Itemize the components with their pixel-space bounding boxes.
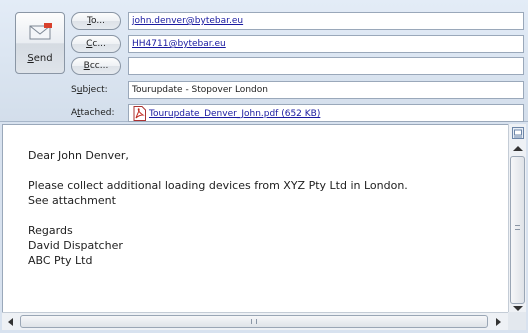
scroll-up-arrow-icon[interactable]	[513, 146, 523, 151]
body-line	[28, 208, 408, 223]
body-line: David Dispatcher	[28, 239, 123, 252]
attachment-field: Tourupdate_Denver_John.pdf (652 KB)	[128, 104, 524, 122]
scroll-right-arrow-icon[interactable]	[496, 318, 501, 326]
subject-field[interactable]: Tourupdate - Stopover London	[128, 81, 524, 99]
attached-label: Attached:	[71, 108, 115, 118]
attachment-link[interactable]: Tourupdate_Denver_John.pdf (652 KB)	[149, 106, 320, 122]
to-field[interactable]: john.denver@bytebar.eu	[128, 12, 524, 30]
send-label: Send	[27, 53, 53, 64]
bcc-field[interactable]	[128, 57, 524, 75]
cc-button[interactable]: Cc...	[71, 35, 121, 53]
scroll-grip-icon	[251, 319, 257, 324]
send-button[interactable]: Send	[15, 12, 65, 74]
pdf-icon	[133, 106, 146, 121]
ruler-toggle-icon[interactable]	[512, 127, 524, 139]
body-line: Regards	[28, 224, 73, 237]
body-line: Please collect additional loading device…	[28, 179, 408, 192]
message-body-text: Dear John Denver, Please collect additio…	[28, 148, 408, 268]
to-button[interactable]: To...	[71, 12, 121, 30]
body-line: Dear John Denver,	[28, 149, 129, 162]
scroll-grip-icon	[515, 225, 520, 230]
body-line: See attachment	[28, 194, 116, 207]
bcc-button[interactable]: Bcc...	[71, 57, 121, 75]
subject-label: Subject:	[71, 85, 108, 95]
horizontal-scrollbar[interactable]	[2, 312, 508, 330]
horizontal-scroll-thumb[interactable]	[20, 315, 488, 328]
scroll-down-arrow-icon[interactable]	[513, 306, 523, 311]
scroll-left-arrow-icon[interactable]	[8, 318, 13, 326]
vertical-scroll-thumb[interactable]	[510, 156, 525, 304]
send-mail-icon	[29, 23, 52, 40]
vertical-scrollbar[interactable]	[508, 124, 526, 312]
cc-field[interactable]: HH4711@bytebar.eu	[128, 35, 524, 53]
body-line: ABC Pty Ltd	[28, 254, 93, 267]
body-line	[28, 163, 408, 178]
scrollbar-corner	[508, 312, 526, 330]
